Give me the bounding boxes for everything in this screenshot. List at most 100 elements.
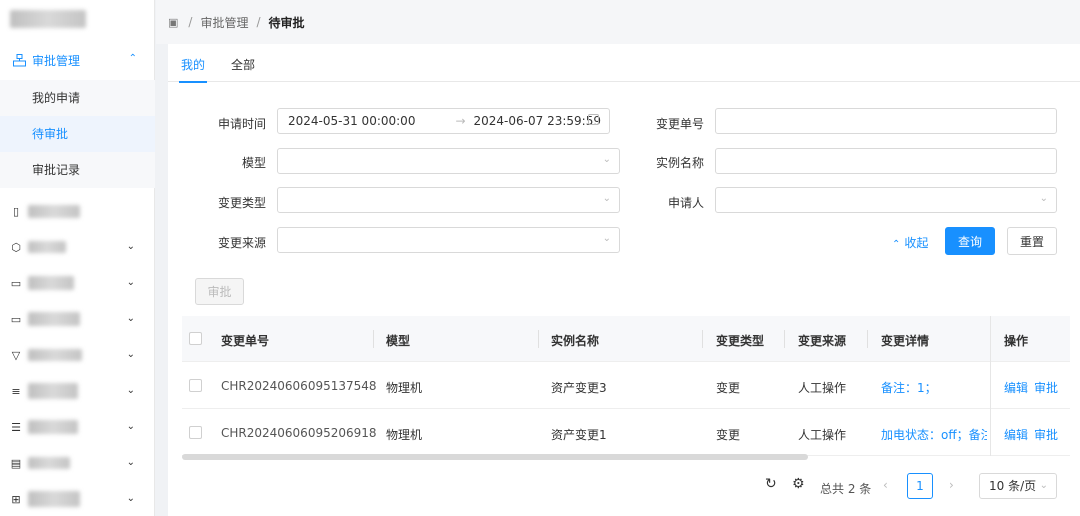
cell-instance-name: 资产变更3 xyxy=(551,381,607,395)
cell-instance-name: 资产变更1 xyxy=(551,428,607,442)
row-checkbox[interactable] xyxy=(189,426,202,439)
apply-time-label: 申请时间 xyxy=(217,117,266,131)
change-type-select[interactable]: ⌄ xyxy=(277,187,620,213)
breadcrumb-item-approval-management[interactable]: 审批管理 xyxy=(200,14,248,31)
change-source-select[interactable]: ⌄ xyxy=(277,227,620,253)
applicant-label: 申请人 xyxy=(667,196,704,210)
menu-approval-management[interactable]: 审批管理 ⌃ xyxy=(0,42,155,78)
edit-link[interactable]: 编辑 xyxy=(1004,426,1028,443)
horizontal-scrollbar[interactable] xyxy=(182,454,808,460)
chevron-down-icon: ⌄ xyxy=(126,493,135,504)
sidebar-item-blurred-5[interactable]: ▽ ⌄ xyxy=(0,337,155,373)
blurred-label xyxy=(28,204,80,218)
chevron-down-icon: ⌄ xyxy=(602,233,611,244)
blurred-label xyxy=(28,420,78,434)
cell-change-type: 变更 xyxy=(716,428,741,442)
approve-batch-button[interactable]: 审批 xyxy=(195,278,244,305)
collapse-label: 收起 xyxy=(904,236,929,250)
refresh-icon[interactable]: ↻ xyxy=(765,476,777,492)
pagination-total: 总共 2 条 xyxy=(820,482,872,496)
breadcrumb-item-current: 待审批 xyxy=(268,15,305,30)
settings-icon[interactable]: ⚙ xyxy=(792,476,805,492)
approval-submenu: 我的申请 待审批 审批记录 xyxy=(0,80,155,188)
reset-button[interactable]: 重置 xyxy=(1007,227,1057,255)
date-end-value: 2024-06-07 23:59:59 xyxy=(473,114,601,128)
list-icon: ☰ xyxy=(11,420,21,434)
cell-change-detail[interactable]: 加电状态：off；备注： xyxy=(881,426,987,443)
sidebar-item-blurred-9[interactable]: ⊞ ⌄ xyxy=(0,481,155,516)
row-checkbox[interactable] xyxy=(189,379,202,392)
cell-change-detail[interactable]: 备注：1； xyxy=(881,379,937,396)
select-all-checkbox[interactable] xyxy=(189,332,202,345)
menu-approval-label: 审批管理 xyxy=(32,53,81,68)
sidebar-item-my-applications[interactable]: 我的申请 xyxy=(0,80,155,116)
change-source-label: 变更来源 xyxy=(217,236,266,250)
chevron-down-icon: ⌄ xyxy=(126,277,135,288)
sidebar-item-blurred-2[interactable]: ⬡ ⌄ xyxy=(0,229,155,265)
page-size-select[interactable]: 10 条/页 ⌄ xyxy=(979,473,1057,499)
page-size-value: 10 条/页 xyxy=(989,479,1037,493)
chevron-down-icon: ⌄ xyxy=(1039,480,1048,491)
change-no-input[interactable] xyxy=(715,108,1057,134)
col-change-no: 变更单号 xyxy=(221,334,270,348)
date-start-value: 2024-05-31 00:00:00 xyxy=(288,114,416,128)
blurred-label xyxy=(28,241,66,253)
sidebar-item-approval-records[interactable]: 审批记录 xyxy=(0,152,155,188)
table-row: CHR20240606095137548 物理机 资产变更3 变更 人工操作 备… xyxy=(182,363,1070,409)
prev-page-icon[interactable]: ‹ xyxy=(883,478,888,492)
chevron-down-icon: ⌄ xyxy=(126,385,135,396)
cell-change-no: CHR20240606095137548 xyxy=(221,379,377,393)
column-divider xyxy=(784,330,785,348)
document-icon: ▯ xyxy=(12,204,20,218)
apply-time-range-picker[interactable]: 2024-05-31 00:00:00 → 2024-06-07 23:59:5… xyxy=(277,108,610,134)
chevron-down-icon: ⌄ xyxy=(126,421,135,432)
sidebar-item-blurred-3[interactable]: ▭ ⌄ xyxy=(0,265,155,301)
cube-icon: ⬡ xyxy=(11,240,21,254)
home-icon[interactable]: ▣ xyxy=(168,16,178,29)
logo xyxy=(10,10,86,28)
col-instance-name: 实例名称 xyxy=(551,334,600,348)
sidebar-item-blurred-1[interactable]: ▯ xyxy=(0,193,155,229)
edit-link[interactable]: 编辑 xyxy=(1004,379,1028,396)
cell-change-type: 变更 xyxy=(716,381,741,395)
instance-name-label: 实例名称 xyxy=(655,156,704,170)
sidebar-item-blurred-8[interactable]: ▤ ⌄ xyxy=(0,445,155,481)
tab-mine[interactable]: 我的 xyxy=(178,56,208,83)
col-change-type: 变更类型 xyxy=(716,334,765,348)
calendar-icon xyxy=(588,114,599,125)
chevron-up-icon: ⌃ xyxy=(128,53,137,64)
query-button[interactable]: 查询 xyxy=(945,227,995,255)
column-divider xyxy=(867,330,868,348)
col-change-source: 变更来源 xyxy=(798,334,847,348)
table-header: 变更单号 模型 实例名称 变更类型 变更来源 变更详情 操作 xyxy=(182,316,1070,362)
approve-link[interactable]: 审批 xyxy=(1034,379,1058,396)
approve-link[interactable]: 审批 xyxy=(1034,426,1058,443)
sidebar-item-pending-approval[interactable]: 待审批 xyxy=(0,116,155,152)
model-select[interactable]: ⌄ xyxy=(277,148,620,174)
chevron-down-icon: ⌄ xyxy=(1039,193,1048,204)
breadcrumb-separator: / xyxy=(256,15,261,29)
cell-change-no: CHR20240606095206918 xyxy=(221,426,377,440)
instance-name-input[interactable] xyxy=(715,148,1057,174)
chevron-up-icon: ⌃ xyxy=(892,239,901,250)
next-page-icon[interactable]: › xyxy=(949,478,954,492)
sidebar-item-blurred-4[interactable]: ▭ ⌄ xyxy=(0,301,155,337)
col-model: 模型 xyxy=(386,334,411,348)
collapse-toggle[interactable]: ⌃ 收起 xyxy=(892,234,928,251)
tab-all[interactable]: 全部 xyxy=(231,56,255,73)
change-no-label: 变更单号 xyxy=(655,117,704,131)
page-1-button[interactable]: 1 xyxy=(907,473,933,499)
cell-model: 物理机 xyxy=(386,428,423,442)
column-divider xyxy=(538,330,539,348)
sidebar-item-blurred-6[interactable]: ≡ ⌄ xyxy=(0,373,155,409)
blurred-label xyxy=(28,312,80,326)
monitor-icon: ▭ xyxy=(10,276,22,290)
cell-change-source: 人工操作 xyxy=(798,428,847,442)
chevron-down-icon: ⌄ xyxy=(126,457,135,468)
model-label: 模型 xyxy=(241,156,266,170)
column-divider xyxy=(373,330,374,348)
sidebar: 审批管理 ⌃ 我的申请 待审批 审批记录 ▯ ⬡ ⌄ ▭ ⌄ ▭ ⌄ ▽ ⌄ ≡… xyxy=(0,0,155,516)
fixed-column-divider xyxy=(990,316,991,456)
sidebar-item-blurred-7[interactable]: ☰ ⌄ xyxy=(0,409,155,445)
applicant-select[interactable]: ⌄ xyxy=(715,187,1057,213)
